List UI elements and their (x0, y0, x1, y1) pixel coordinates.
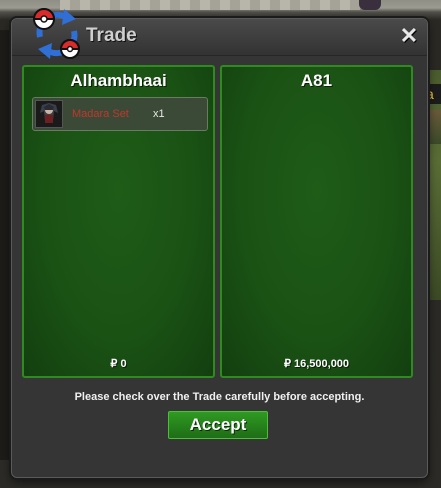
window-title: Trade (86, 25, 137, 46)
close-button[interactable]: ✕ (399, 25, 419, 47)
money-offer: ₽ 0 (110, 358, 127, 370)
scene-character (359, 0, 381, 10)
outfit-icon (35, 100, 63, 128)
offer-panel-self: Alhambhaai Madara Set x1 ₽ 0 (22, 65, 215, 378)
item-name: Madara Set (72, 108, 129, 120)
trade-window: Trade ✕ Alhambhaai Madara Set x1 ₽ 0 A81… (11, 8, 428, 478)
trade-warning-text: Please check over the Trade carefully be… (74, 391, 365, 403)
accept-button[interactable]: Accept (168, 411, 268, 439)
item-quantity: x1 (153, 108, 165, 120)
player-name: A81 (300, 71, 333, 90)
player-name: Alhambhaai (70, 71, 167, 90)
money-offer: ₽ 16,500,000 (283, 358, 350, 370)
scene-wall (60, 0, 360, 10)
offer-panel-partner: A81 ₽ 16,500,000 (220, 65, 413, 378)
trade-exchange-icon (32, 8, 81, 59)
trade-item-slot[interactable]: Madara Set x1 (32, 97, 208, 131)
